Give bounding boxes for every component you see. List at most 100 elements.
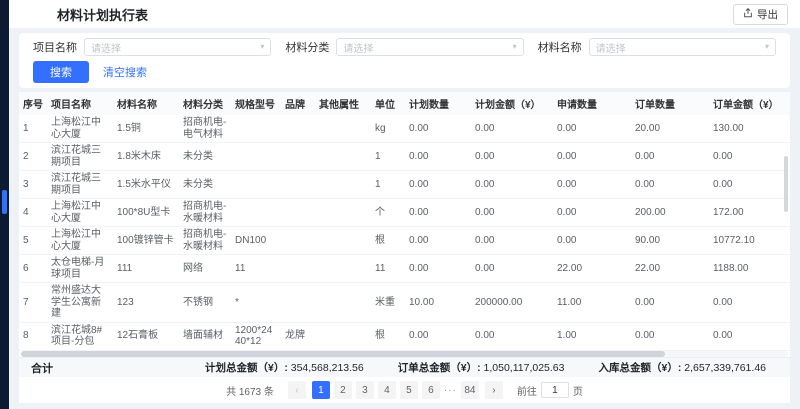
column-header: 订单金额（¥）: [709, 92, 790, 115]
filter-panel: 项目名称 请选择 ▾ 材料分类 请选择 ▾ 材料名称 请选择 ▾: [19, 33, 790, 88]
export-button[interactable]: 导出: [733, 4, 788, 25]
table-cell: [315, 227, 371, 255]
table-cell: [281, 199, 315, 227]
table-cell: 1: [19, 115, 47, 143]
column-header: 品牌: [281, 92, 315, 115]
table-cell: 111: [113, 255, 179, 283]
table-cell: 0.00: [553, 143, 631, 171]
table-cell: 个: [371, 199, 405, 227]
table-cell: 0.00: [553, 199, 631, 227]
table-row: 1上海松江中心大厦1.5铜招商机电-电气材料kg0.000.000.0020.0…: [19, 115, 790, 143]
table-cell: DN100: [231, 227, 281, 255]
table-cell: 200000.00: [471, 283, 553, 323]
table-cell: 0.00: [709, 283, 790, 323]
table-cell: [315, 143, 371, 171]
select-placeholder: 请选择: [596, 40, 626, 55]
horizontal-scrollbar[interactable]: [21, 351, 788, 357]
summary-item: 入库总金额（¥）: 2,657,339,761.46: [598, 360, 766, 375]
main-area: 材料计划执行表 导出 项目名称 请选择 ▾ 材料分类 请选择 ▾: [9, 0, 800, 409]
table-cell: 90.00: [631, 227, 709, 255]
table-cell: *: [231, 283, 281, 323]
table-body: 1上海松江中心大厦1.5铜招商机电-电气材料kg0.000.000.0020.0…: [19, 115, 790, 351]
vertical-scrollbar[interactable]: [784, 156, 788, 212]
table-cell: [231, 143, 281, 171]
column-header: 材料名称: [113, 92, 179, 115]
table-cell: 20.00: [631, 115, 709, 143]
page-button-2[interactable]: 2: [334, 381, 352, 399]
column-header: 其他属性: [315, 92, 371, 115]
table-cell: 100镀锌管卡: [113, 227, 179, 255]
table-cell: 0.00: [471, 255, 553, 283]
collapsed-sidebar[interactable]: [0, 0, 9, 409]
table-cell: 网络: [179, 255, 231, 283]
chevron-down-icon: ▾: [765, 43, 769, 51]
table-cell: 11: [231, 255, 281, 283]
column-header: 序号: [19, 92, 47, 115]
material-name-select[interactable]: 请选择 ▾: [589, 38, 776, 56]
table-cell: [281, 171, 315, 199]
table-row: 4上海松江中心大厦100*8U型卡招商机电-水暖材料个0.000.000.002…: [19, 199, 790, 227]
table-row: 7常州盛达大学生公寓新建123不锈钢*米重10.00200000.0011.00…: [19, 283, 790, 323]
table-cell: 0.00: [631, 171, 709, 199]
material-category-select[interactable]: 请选择 ▾: [336, 38, 523, 56]
pagination: 共 1673 条 ‹ 123456···84 › 前往 页: [19, 377, 790, 403]
table-cell: 6: [19, 255, 47, 283]
table-cell: 0.00: [553, 171, 631, 199]
table-cell: 上海松江中心大厦: [47, 115, 113, 143]
table-cell: 1.8米木床: [113, 143, 179, 171]
table-cell: 不锈钢: [179, 283, 231, 323]
table-cell: 滨江花城8#项目-分包: [47, 322, 113, 350]
table-cell: 5: [19, 227, 47, 255]
table-cell: 0.00: [471, 199, 553, 227]
page-button-6[interactable]: 6: [422, 381, 440, 399]
clear-search-button[interactable]: 清空搜索: [103, 64, 147, 80]
page-button-1[interactable]: 1: [312, 381, 330, 399]
table-cell: [315, 322, 371, 350]
goto-page: 前往 页: [517, 382, 583, 398]
pager-ellipsis[interactable]: ···: [444, 385, 457, 396]
column-header: 材料分类: [179, 92, 231, 115]
summary-row: 合计 计划总金额（¥）: 354,568,213.56订单总金额（¥）: 1,0…: [19, 357, 790, 377]
summary-total-label: 合计: [31, 360, 53, 376]
next-page-button[interactable]: ›: [485, 381, 503, 399]
table-cell: [281, 227, 315, 255]
column-header: 项目名称: [47, 92, 113, 115]
table-cell: 3: [19, 171, 47, 199]
filter-label-category: 材料分类: [285, 39, 329, 55]
page-button-84[interactable]: 84: [461, 381, 479, 399]
table-cell: 8: [19, 322, 47, 350]
table-cell: 上海松江中心大厦: [47, 199, 113, 227]
table-cell: 常州盛达大学生公寓新建: [47, 283, 113, 323]
table-cell: [281, 283, 315, 323]
table-cell: 1.5米水平仪: [113, 171, 179, 199]
table-cell: [281, 115, 315, 143]
table-cell: 1: [371, 171, 405, 199]
horizontal-scrollbar-thumb[interactable]: [21, 351, 665, 357]
export-icon: [743, 8, 753, 21]
goto-page-input[interactable]: [541, 382, 569, 398]
table-cell: 招商机电-水暖材料: [179, 227, 231, 255]
page-button-3[interactable]: 3: [356, 381, 374, 399]
prev-page-button[interactable]: ‹: [288, 381, 306, 399]
table-cell: 1188.00: [709, 255, 790, 283]
page-title: 材料计划执行表: [57, 5, 148, 24]
table-cell: 根: [371, 322, 405, 350]
select-placeholder: 请选择: [343, 40, 373, 55]
table-cell: 10.00: [405, 283, 471, 323]
table-row: 3滨江花城三期项目1.5米水平仪未分类10.000.000.000.000.00: [19, 171, 790, 199]
table-cell: 0.00: [471, 227, 553, 255]
table-cell: 10772.10: [709, 227, 790, 255]
table-cell: 0.00: [405, 227, 471, 255]
table-cell: 0.00: [471, 322, 553, 350]
summary-item: 订单总金额（¥）: 1,050,117,025.63: [398, 360, 565, 375]
filter-label-material: 材料名称: [538, 39, 582, 55]
page-button-4[interactable]: 4: [378, 381, 396, 399]
export-label: 导出: [757, 7, 778, 22]
project-name-select[interactable]: 请选择 ▾: [84, 38, 271, 56]
table-cell: 1.5铜: [113, 115, 179, 143]
sidebar-expand-handle[interactable]: [2, 190, 7, 214]
page-button-5[interactable]: 5: [400, 381, 418, 399]
table-cell: [281, 143, 315, 171]
table-cell: 龙牌: [281, 322, 315, 350]
search-button[interactable]: 搜索: [33, 61, 89, 83]
